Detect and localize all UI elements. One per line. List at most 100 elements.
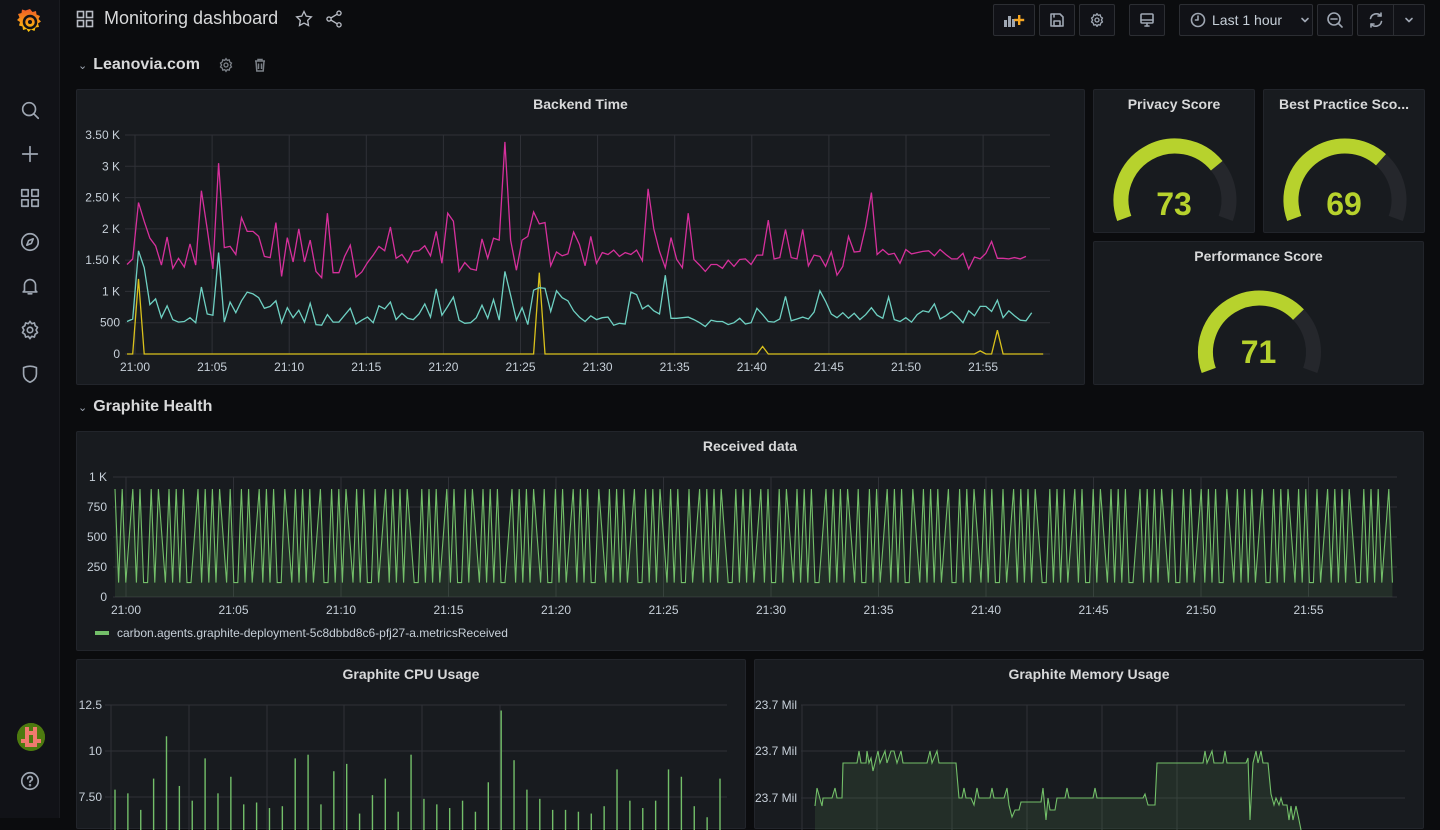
- x-tick-label: 21:00: [120, 360, 150, 374]
- legend-label[interactable]: carbon.agents.graphite-deployment-5c8dbb…: [117, 626, 508, 640]
- x-tick-label: 21:05: [218, 603, 248, 617]
- panel-graphite-memory: Graphite Memory Usage 23.7 Mil 23.7 Mil 23…: [754, 659, 1424, 830]
- avatar[interactable]: [17, 723, 45, 751]
- x-tick-label: 21:50: [891, 360, 921, 374]
- y-tick-label: 23.7 Mil: [755, 791, 797, 805]
- backend-time-chart: 0 500 1 K 1.50 K 2 K 2.50 K 3 K 3.50 K 21:00 21:0…: [85, 128, 1050, 374]
- panel-privacy-score: Privacy Score 73: [1093, 89, 1255, 233]
- dashboard-settings-button[interactable]: [1079, 4, 1115, 36]
- x-tick-label: 21:25: [648, 603, 678, 617]
- y-tick-label: 250: [87, 560, 107, 574]
- grafana-logo-icon[interactable]: [14, 6, 46, 38]
- y-tick-label: 0: [113, 347, 120, 361]
- series-line-secondary: [126, 250, 1033, 328]
- star-icon[interactable]: [294, 9, 314, 29]
- x-tick-label: 21:15: [433, 603, 463, 617]
- zoom-out-icon: [1327, 12, 1343, 28]
- legend-item[interactable]: carbon.agents.graphite-deployment-5c8dbb…: [95, 626, 508, 640]
- x-tick-label: 21:00: [111, 603, 141, 617]
- tv-mode-button[interactable]: [1129, 4, 1165, 36]
- save-icon: [1050, 13, 1064, 27]
- y-tick-label: 1 K: [89, 470, 107, 484]
- y-tick-label: 23.7 Mil: [755, 744, 797, 758]
- page-title[interactable]: Monitoring dashboard: [104, 8, 278, 29]
- save-dashboard-button[interactable]: [1039, 4, 1075, 36]
- trash-icon[interactable]: [252, 57, 268, 73]
- x-tick-label: 21:05: [197, 360, 227, 374]
- x-tick-label: 21:55: [1293, 603, 1323, 617]
- row-header-graphite-health[interactable]: ⌄ Graphite Health: [78, 398, 212, 416]
- x-tick-label: 21:45: [1078, 603, 1108, 617]
- y-tick-label: 12.5: [79, 698, 103, 712]
- received-data-chart: 0 250 500 750 1 K 21:00 21:05 21:10 21:15 21:20 21…: [87, 470, 1397, 617]
- memory-chart: 23.7 Mil 23.7 Mil 23.7 Mil: [755, 698, 1405, 830]
- apps-icon[interactable]: [18, 186, 42, 210]
- panel-backend-time: Backend Time 0 500 1 K 1.50 K2 K 2.50 K3 K 3.…: [76, 89, 1085, 385]
- y-tick-label: 500: [100, 316, 120, 330]
- x-tick-label: 21:35: [660, 360, 690, 374]
- question-circle-icon[interactable]: [18, 769, 42, 793]
- chevron-down-icon: [1301, 17, 1309, 23]
- gear-icon: [1090, 13, 1104, 27]
- cpu-chart: 7.50 10 12.5: [79, 698, 727, 830]
- y-tick-label: 750: [87, 500, 107, 514]
- plus-icon[interactable]: [18, 142, 42, 166]
- gauge-value: 71: [1240, 334, 1277, 370]
- row-title[interactable]: Leanovia.com: [93, 56, 200, 74]
- y-tick-label: 3.50 K: [85, 128, 120, 142]
- x-tick-label: 21:10: [326, 603, 356, 617]
- y-tick-label: 1.50 K: [85, 253, 120, 267]
- refresh-button[interactable]: [1357, 4, 1393, 36]
- shield-icon[interactable]: [18, 362, 42, 386]
- y-tick-label: 500: [87, 530, 107, 544]
- panel-graphite-cpu: Graphite CPU Usage 7.50 10 12.5: [76, 659, 746, 830]
- chevron-down-icon[interactable]: ⌄: [78, 59, 87, 72]
- x-tick-label: 21:45: [814, 360, 844, 374]
- y-tick-label: 10: [89, 744, 103, 758]
- gear-icon[interactable]: [18, 318, 42, 342]
- y-tick-label: 7.50: [79, 790, 103, 804]
- y-tick-label: 1 K: [102, 284, 120, 298]
- row-title[interactable]: Graphite Health: [93, 398, 212, 416]
- panel-best-practice-score: Best Practice Sco... 69: [1263, 89, 1425, 233]
- x-tick-label: 21:40: [737, 360, 767, 374]
- panel-received-data: Received data 0 250 500 750 1 K 21:00 21:05 21:…: [76, 431, 1424, 651]
- clock-icon: [1190, 12, 1206, 28]
- zoom-out-button[interactable]: [1317, 4, 1353, 36]
- panel-performance-score: Performance Score 71: [1093, 241, 1424, 385]
- monitor-icon: [1140, 13, 1154, 27]
- gear-icon[interactable]: [218, 57, 234, 73]
- bell-icon[interactable]: [18, 274, 42, 298]
- share-icon[interactable]: [324, 9, 344, 29]
- x-tick-label: 21:20: [541, 603, 571, 617]
- apps-icon: [76, 10, 94, 27]
- gauge-value: 73: [1156, 186, 1192, 222]
- gauge-value: 69: [1326, 186, 1362, 222]
- y-tick-label: 2.50 K: [85, 191, 120, 205]
- y-tick-label: 3 K: [102, 159, 120, 173]
- row-header-leanovia[interactable]: ⌄ Leanovia.com: [78, 56, 268, 74]
- x-tick-label: 21:30: [756, 603, 786, 617]
- refresh-interval-dropdown[interactable]: [1393, 4, 1425, 36]
- x-tick-label: 21:15: [351, 360, 381, 374]
- dashboard-navbar: Monitoring dashboard Last 1 hour: [60, 0, 1440, 42]
- x-tick-label: 21:25: [505, 360, 535, 374]
- refresh-icon: [1369, 12, 1382, 28]
- x-tick-label: 21:10: [274, 360, 304, 374]
- y-tick-label: 2 K: [102, 222, 120, 236]
- x-tick-label: 21:30: [583, 360, 613, 374]
- legend-swatch: [95, 631, 109, 635]
- chevron-down-icon: [1405, 17, 1413, 23]
- y-tick-label: 0: [100, 590, 107, 604]
- sidebar: [0, 0, 60, 818]
- x-tick-label: 21:55: [968, 360, 998, 374]
- time-range-picker[interactable]: Last 1 hour: [1179, 4, 1313, 36]
- x-tick-label: 21:35: [863, 603, 893, 617]
- time-range-label: Last 1 hour: [1212, 12, 1283, 28]
- add-panel-button[interactable]: [993, 4, 1035, 36]
- compass-icon[interactable]: [18, 230, 42, 254]
- chevron-down-icon[interactable]: ⌄: [78, 401, 87, 414]
- search-icon[interactable]: [18, 98, 42, 122]
- x-tick-label: 21:50: [1186, 603, 1216, 617]
- x-tick-label: 21:20: [428, 360, 458, 374]
